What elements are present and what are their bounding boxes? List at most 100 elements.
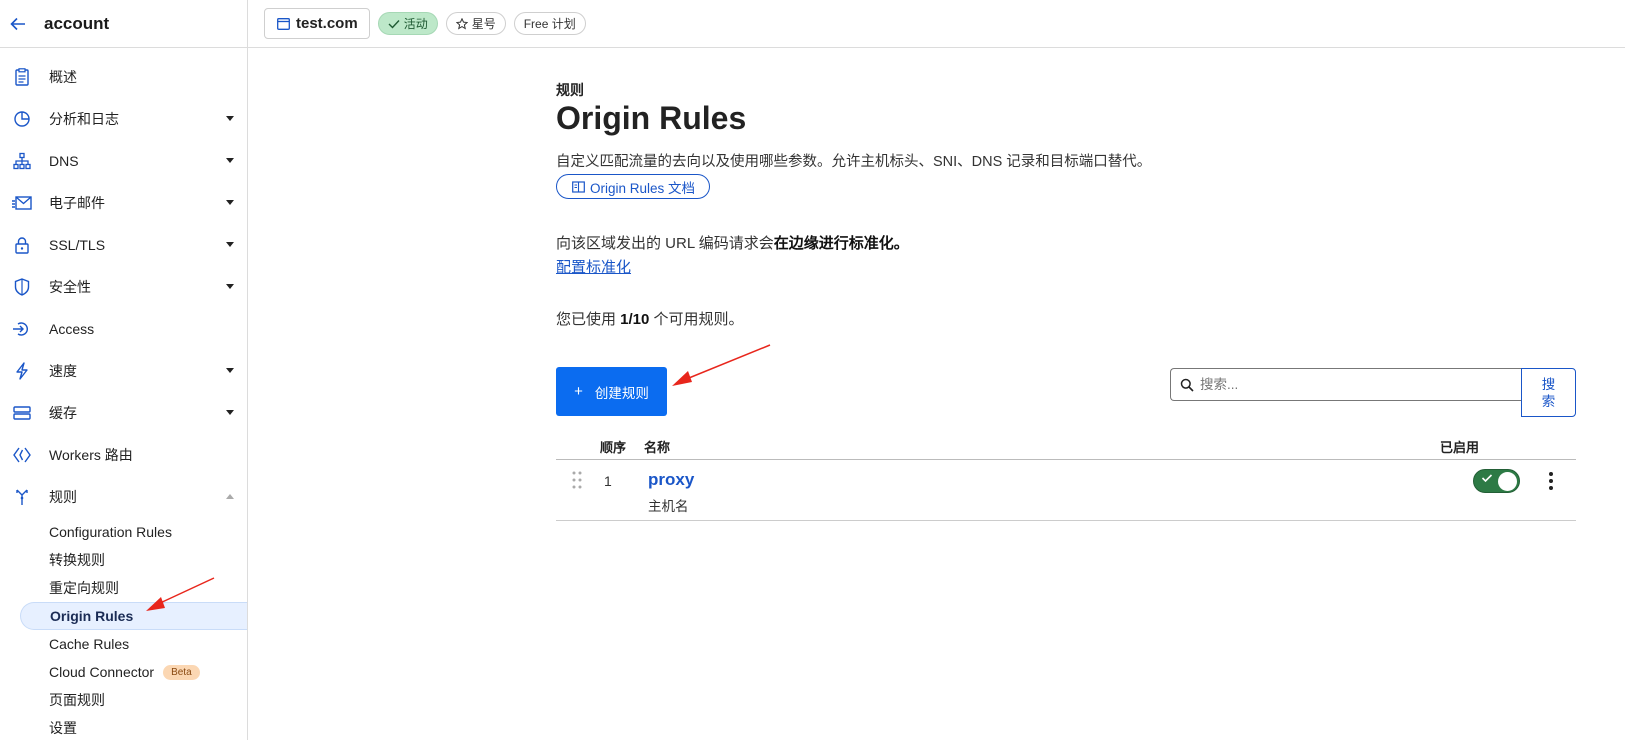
sidebar-item-label: 概述 — [49, 69, 77, 85]
rule-name-link[interactable]: proxy — [648, 470, 694, 490]
search-button[interactable]: 搜索 — [1521, 368, 1576, 417]
sidebar-item-label: 缓存 — [49, 405, 77, 421]
rule-enabled-toggle[interactable] — [1473, 469, 1520, 493]
lock-icon — [12, 235, 32, 255]
sidebar-item-label: 安全性 — [49, 279, 91, 295]
docs-link[interactable]: Origin Rules 文档 — [556, 174, 711, 199]
mail-icon — [12, 193, 32, 213]
chevron-down-icon[interactable] — [226, 116, 234, 121]
page-title: Origin Rules — [556, 100, 747, 136]
chevron-down-icon[interactable] — [226, 158, 234, 163]
sidebar-item-label: DNS — [49, 153, 79, 169]
workers-icon — [12, 445, 32, 465]
configure-normalization-link[interactable]: 配置标准化 — [556, 256, 631, 277]
sidebar-item-label: 规则 — [49, 489, 77, 505]
usage-count: 1/10 — [620, 311, 650, 328]
create-rule-button[interactable]: + 创建规则 — [556, 367, 667, 416]
table-row: 1 proxy 主机名 — [556, 460, 1576, 521]
section-label: 规则 — [556, 82, 584, 98]
plan-badge: Free 计划 — [513, 12, 586, 35]
normalization-bold: 在边缘进行标准化。 — [773, 235, 909, 252]
sidebar-item-email[interactable]: 电子邮件 — [0, 182, 247, 224]
zone-selector[interactable]: test.com — [264, 8, 370, 39]
shield-icon — [12, 277, 32, 297]
page-description: 自定义匹配流量的去向以及使用哪些参数。允许主机标头、SNI、DNS 记录和目标端… — [556, 154, 1152, 170]
status-badge: 活动 — [377, 12, 438, 35]
sidebar-item-label: Access — [49, 321, 95, 337]
toggle-knob — [1498, 472, 1517, 491]
sidebar-nav: 概述 分析和日志 DNS 电子邮件 SSL/TLS 安全性 Access 速度 … — [0, 48, 247, 740]
column-header-order: 顺序 — [600, 440, 627, 455]
sidebar-item-label: 分析和日志 — [49, 111, 119, 127]
submenu-item-cloud-connector[interactable]: Cloud Connector Beta — [0, 658, 247, 686]
column-header-name: 名称 — [644, 440, 671, 455]
back-arrow-icon[interactable] — [9, 15, 27, 33]
more-options-icon[interactable] — [1544, 469, 1558, 493]
sidebar-item-label: Workers 路由 — [49, 447, 133, 463]
submenu-item-transform-rules[interactable]: 转换规则 — [0, 546, 247, 574]
rule-order: 1 — [604, 473, 612, 489]
drag-handle-icon[interactable] — [572, 471, 582, 494]
lightning-icon — [12, 361, 32, 381]
storage-icon — [12, 403, 32, 423]
check-icon — [388, 19, 400, 29]
sidebar-item-label: 电子邮件 — [49, 195, 105, 211]
network-icon — [12, 151, 32, 171]
sidebar-item-workers-routes[interactable]: Workers 路由 — [0, 434, 247, 476]
sidebar-item-cache[interactable]: 缓存 — [0, 392, 247, 434]
chevron-down-icon[interactable] — [226, 200, 234, 205]
rule-description: 主机名 — [648, 499, 689, 514]
search-icon — [1180, 378, 1194, 392]
chevron-up-icon[interactable] — [226, 494, 234, 499]
window-icon — [277, 17, 290, 30]
sidebar-item-dns[interactable]: DNS — [0, 140, 247, 182]
sidebar-item-speed[interactable]: 速度 — [0, 350, 247, 392]
zone-name: test.com — [296, 15, 358, 32]
pie-chart-icon — [12, 109, 32, 129]
usage-text: 您已使用 1/10 个可用规则。 — [556, 308, 744, 329]
star-button[interactable]: 星号 — [445, 12, 506, 35]
column-header-enabled: 已启用 — [1440, 440, 1480, 455]
check-icon — [1481, 473, 1493, 483]
sidebar-item-label: SSL/TLS — [49, 237, 106, 253]
normalization-prefix: 向该区域发出的 URL 编码请求会 — [556, 235, 774, 252]
sidebar-header: account — [0, 0, 247, 48]
star-icon — [455, 17, 468, 30]
chevron-down-icon[interactable] — [226, 242, 234, 247]
submenu-item-cache-rules[interactable]: Cache Rules — [0, 630, 247, 658]
chevron-down-icon[interactable] — [226, 284, 234, 289]
chevron-down-icon[interactable] — [226, 410, 234, 415]
sidebar-item-rules[interactable]: 规则 — [0, 476, 247, 518]
submenu-item-page-rules[interactable]: 页面规则 — [0, 686, 247, 714]
normalization-text: 向该区域发出的 URL 编码请求会在边缘进行标准化。 — [556, 232, 909, 253]
usage-prefix: 您已使用 — [556, 311, 621, 328]
usage-suffix: 个可用规则。 — [649, 311, 744, 328]
rules-icon — [12, 487, 32, 507]
chevron-down-icon[interactable] — [226, 368, 234, 373]
submenu-item-origin-rules[interactable]: Origin Rules — [20, 602, 247, 630]
submenu-item-settings[interactable]: 设置 — [0, 714, 247, 740]
sidebar: account 概述 分析和日志 DNS 电子邮件 SSL/TLS 安全性 Ac… — [0, 0, 248, 740]
sidebar-item-access[interactable]: Access — [0, 308, 247, 350]
status-label: 活动 — [403, 17, 428, 31]
docs-link-label: Origin Rules 文档 — [590, 180, 696, 196]
beta-badge: Beta — [163, 664, 200, 680]
star-label: 星号 — [471, 17, 496, 31]
account-title[interactable]: account — [44, 14, 109, 34]
access-icon — [12, 319, 32, 339]
book-icon — [572, 180, 585, 193]
sidebar-item-security[interactable]: 安全性 — [0, 266, 247, 308]
submenu-item-label: Cloud Connector — [49, 664, 155, 680]
search-input[interactable] — [1200, 377, 1500, 392]
sidebar-item-overview[interactable]: 概述 — [0, 56, 247, 98]
submenu-item-configuration-rules[interactable]: Configuration Rules — [0, 518, 247, 546]
sidebar-item-ssl-tls[interactable]: SSL/TLS — [0, 224, 247, 266]
submenu-item-redirect-rules[interactable]: 重定向规则 — [0, 574, 247, 602]
rules-submenu: Configuration Rules 转换规则 重定向规则 Origin Ru… — [0, 518, 247, 740]
sidebar-item-analytics[interactable]: 分析和日志 — [0, 98, 247, 140]
create-rule-label: 创建规则 — [594, 385, 649, 401]
search-field[interactable] — [1170, 368, 1521, 401]
sidebar-item-label: 速度 — [49, 363, 77, 379]
document-icon — [12, 67, 32, 87]
rules-table: 顺序 名称 已启用 1 proxy 主机名 — [556, 429, 1576, 521]
